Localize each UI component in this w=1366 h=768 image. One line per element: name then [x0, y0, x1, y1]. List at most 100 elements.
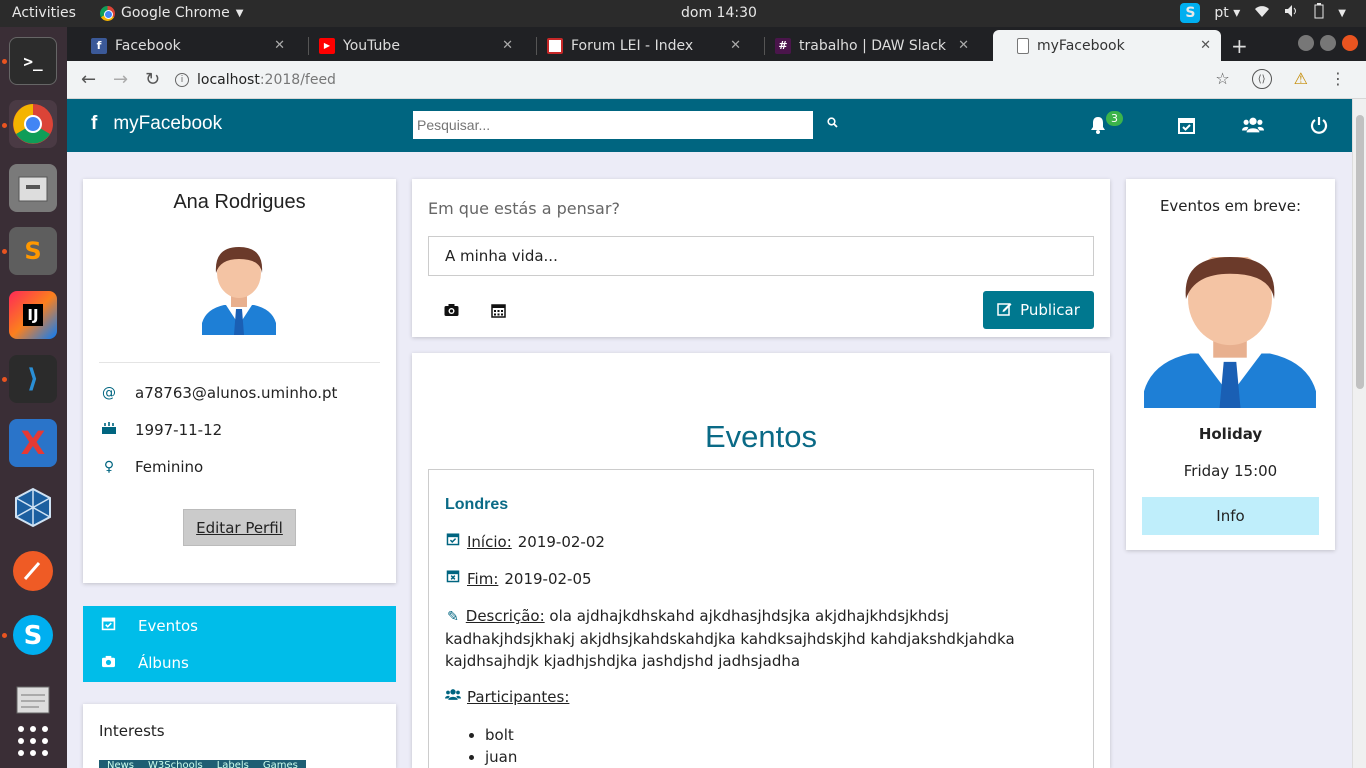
- running-indicator: [2, 123, 7, 128]
- participant-item: bolt: [485, 724, 517, 746]
- vscode-icon[interactable]: ⟩: [9, 355, 57, 403]
- new-tab-button[interactable]: +: [1231, 34, 1248, 58]
- interest-tag[interactable]: W3Schools: [148, 760, 203, 768]
- language-indicator[interactable]: pt ▾: [1214, 5, 1240, 21]
- participant-item: juan: [485, 746, 517, 768]
- extension-warning-icon[interactable]: ⚠: [1294, 69, 1308, 89]
- brand-name: myFacebook: [113, 113, 223, 134]
- volume-icon: [1284, 4, 1300, 22]
- interests-card: Interests News W3Schools Labels Games: [83, 704, 396, 768]
- event-name[interactable]: Londres: [445, 496, 508, 514]
- post-composer-card: Em que estás a pensar? A minha vida... P…: [412, 179, 1110, 337]
- event-description-row: ✎ Descrição: ola ajdhajkdhskahd ajkdhasj…: [445, 605, 1075, 672]
- interest-tag[interactable]: Games: [263, 760, 298, 768]
- xmind-icon[interactable]: X: [9, 419, 57, 467]
- wifi-icon: [1254, 4, 1270, 22]
- close-icon[interactable]: ✕: [958, 38, 969, 53]
- text-editor-icon[interactable]: [9, 675, 57, 723]
- intellij-icon[interactable]: IJ: [9, 291, 57, 339]
- at-icon: @: [102, 385, 116, 401]
- show-applications-icon[interactable]: [9, 717, 57, 765]
- close-icon[interactable]: ✕: [1200, 38, 1211, 53]
- birthday-cake-icon: [101, 421, 117, 439]
- event-item: Londres Início: 2019-02-02 Fim: 2019-02-…: [428, 469, 1094, 768]
- calendar-check-icon: [445, 531, 461, 553]
- tab-youtube[interactable]: ▶ YouTube ✕: [295, 30, 523, 61]
- page-scrollbar[interactable]: [1352, 99, 1366, 768]
- event-end-row: Fim: 2019-02-05: [445, 568, 1075, 590]
- info-button[interactable]: Info: [1142, 497, 1319, 535]
- gender-value: Feminino: [135, 458, 204, 476]
- close-window-button[interactable]: [1342, 35, 1358, 51]
- reload-icon[interactable]: ↻: [145, 69, 160, 90]
- interests-title: Interests: [99, 722, 165, 740]
- users-icon[interactable]: [1242, 114, 1264, 136]
- app-name: Google Chrome: [121, 5, 230, 21]
- forum-icon: [547, 37, 563, 54]
- virtualbox-icon[interactable]: [9, 483, 57, 531]
- event-end-label: Fim:: [467, 570, 499, 588]
- tab-myfacebook[interactable]: myFacebook ✕: [993, 30, 1221, 61]
- tab-facebook[interactable]: f Facebook ✕: [67, 30, 295, 61]
- chrome-launcher[interactable]: [9, 100, 57, 148]
- participants-list: bolt juan: [485, 724, 517, 768]
- extension-icon[interactable]: ⟨⟩: [1251, 69, 1272, 89]
- calendar-icon[interactable]: [491, 303, 506, 322]
- bookmark-star-icon[interactable]: ☆: [1215, 69, 1229, 89]
- app-menu[interactable]: Google Chrome ▼: [100, 5, 243, 21]
- tab-label: Forum LEI - Index: [571, 37, 694, 54]
- interest-tag[interactable]: News: [107, 760, 134, 768]
- terminal-icon[interactable]: >_: [9, 37, 57, 85]
- tab-forum[interactable]: Forum LEI - Index ✕: [523, 30, 751, 61]
- files-icon[interactable]: [9, 164, 57, 212]
- close-icon[interactable]: ✕: [274, 38, 285, 53]
- clock[interactable]: dom 14:30: [681, 5, 757, 21]
- side-menu-label: Eventos: [138, 616, 198, 635]
- notification-badge: 3: [1106, 111, 1123, 126]
- publish-button[interactable]: Publicar: [983, 291, 1094, 329]
- dock: >_ S IJ ⟩ X S: [0, 27, 67, 768]
- info-icon[interactable]: i: [175, 73, 189, 87]
- window-controls: [1298, 35, 1358, 51]
- forward-icon[interactable]: →: [113, 69, 128, 90]
- skype-icon[interactable]: S: [9, 611, 57, 659]
- chrome-icon: [13, 104, 53, 144]
- power-icon[interactable]: [1308, 114, 1330, 136]
- menu-icon[interactable]: ⋮: [1330, 69, 1346, 89]
- interest-tag[interactable]: Labels: [217, 760, 249, 768]
- power-menu-chevron-icon[interactable]: ▼: [1338, 8, 1346, 19]
- edit-profile-button[interactable]: Editar Perfil: [183, 509, 296, 546]
- scrollbar-thumb[interactable]: [1356, 115, 1364, 389]
- tab-label: trabalho | DAW Slack: [799, 37, 947, 54]
- skype-tray-icon[interactable]: S: [1180, 3, 1201, 23]
- camera-icon: [101, 654, 116, 672]
- post-textarea[interactable]: A minha vida...: [428, 236, 1094, 276]
- events-card: Eventos Londres Início: 2019-02-02 Fim: …: [412, 353, 1110, 768]
- activities-button[interactable]: Activities: [12, 5, 76, 21]
- side-menu-item-albuns[interactable]: Álbuns: [101, 654, 189, 672]
- birthdate-value: 1997-11-12: [135, 421, 223, 439]
- close-icon[interactable]: ✕: [730, 38, 741, 53]
- upcoming-events-card: Eventos em breve: Holiday Friday 15:00 I…: [1126, 179, 1335, 550]
- brand-link[interactable]: f myFacebook: [91, 113, 222, 135]
- search-icon[interactable]: [827, 117, 838, 131]
- close-icon[interactable]: ✕: [502, 38, 513, 53]
- tab-slack[interactable]: # trabalho | DAW Slack ✕: [751, 30, 979, 61]
- running-indicator: [2, 633, 7, 638]
- calendar-check-icon[interactable]: [1175, 114, 1197, 136]
- tab-label: Facebook: [115, 37, 181, 54]
- back-icon[interactable]: ←: [81, 69, 96, 90]
- running-indicator: [2, 59, 7, 64]
- postman-icon[interactable]: [9, 547, 57, 595]
- search-input[interactable]: [413, 111, 813, 139]
- event-participants-row: Participantes:: [445, 686, 1075, 708]
- side-menu-item-eventos[interactable]: Eventos: [101, 616, 198, 635]
- minimize-button[interactable]: [1298, 35, 1314, 51]
- omnibox[interactable]: i localhost:2018/feed: [175, 66, 1205, 94]
- camera-icon[interactable]: [443, 303, 460, 321]
- system-tray[interactable]: S pt ▾ ▼: [1180, 3, 1346, 23]
- maximize-button[interactable]: [1320, 35, 1336, 51]
- email-row: @ a78763@alunos.uminho.pt: [101, 384, 337, 402]
- sublime-text-icon[interactable]: S: [9, 227, 57, 275]
- tab-strip: f Facebook ✕ ▶ YouTube ✕ Forum LEI - Ind…: [67, 27, 1366, 61]
